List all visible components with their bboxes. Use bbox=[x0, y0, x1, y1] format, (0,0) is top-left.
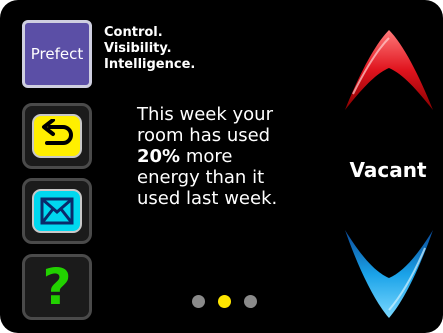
message-line-2: room has used bbox=[137, 125, 271, 146]
thermostat-screen: Prefect Control. Visibility. Intelligenc… bbox=[0, 0, 443, 333]
envelope-icon bbox=[40, 197, 74, 225]
energy-message: This week your room has used 20% more en… bbox=[137, 104, 307, 209]
energy-percent: 20% bbox=[137, 146, 181, 167]
device-frame: Prefect Control. Visibility. Intelligenc… bbox=[0, 0, 443, 333]
mail-tile bbox=[32, 189, 82, 233]
back-tile bbox=[32, 114, 82, 158]
page-dot-3[interactable] bbox=[244, 295, 257, 308]
messages-button[interactable] bbox=[22, 178, 92, 244]
tagline-line-1: Control. bbox=[104, 25, 163, 40]
tagline: Control. Visibility. Intelligence. bbox=[104, 25, 195, 73]
message-line-3-rest: more bbox=[180, 146, 233, 167]
message-line-3: 20% more bbox=[137, 146, 307, 167]
page-dot-1[interactable] bbox=[192, 295, 205, 308]
help-icon: ? bbox=[42, 258, 72, 316]
logo-text: Prefect bbox=[30, 45, 84, 63]
tagline-line-3: Intelligence. bbox=[104, 57, 196, 72]
message-line-5: used last week. bbox=[137, 188, 278, 209]
page-indicator bbox=[192, 295, 257, 311]
chevron-up-icon[interactable] bbox=[345, 30, 433, 112]
back-button[interactable] bbox=[22, 103, 92, 169]
tagline-line-2: Visibility. bbox=[104, 41, 172, 56]
occupancy-status: Vacant bbox=[349, 158, 427, 182]
help-button[interactable]: ? bbox=[22, 254, 92, 320]
prefect-logo: Prefect bbox=[22, 20, 92, 88]
chevron-down-icon[interactable] bbox=[345, 230, 433, 320]
back-arrow-icon bbox=[42, 119, 73, 145]
message-line-4: energy than it bbox=[137, 167, 265, 188]
message-line-1: This week your bbox=[137, 104, 273, 125]
page-dot-2-active[interactable] bbox=[218, 295, 231, 308]
